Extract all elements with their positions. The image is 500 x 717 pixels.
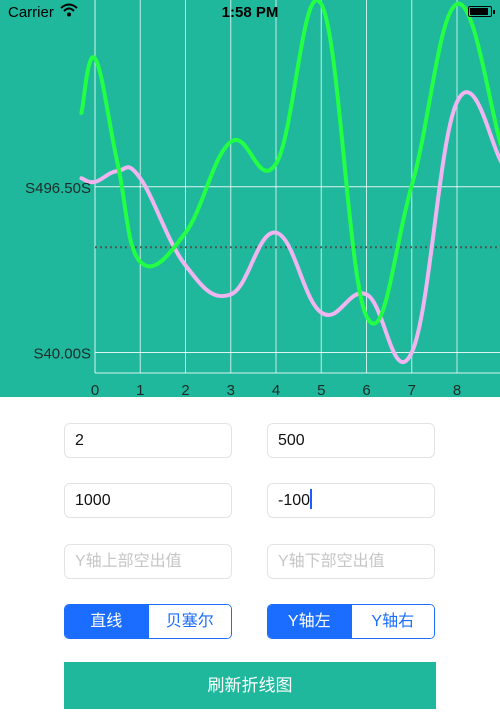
line-chart[interactable]: 0 1 2 3 4 5 6 7 8 S496.50S S40.00S [0, 0, 500, 397]
x-tick-label: 1 [136, 382, 144, 397]
x-tick-label: 4 [272, 382, 280, 397]
x-tick-label: 3 [227, 382, 235, 397]
chart-canvas: 0 1 2 3 4 5 6 7 8 S496.50S S40.00S [25, 0, 500, 397]
input-field-2[interactable]: 500 [267, 423, 435, 458]
input-field-4-value: -100 [278, 492, 311, 509]
y-tick-label: S40.00S [33, 345, 91, 362]
x-tick-label: 7 [408, 382, 416, 397]
x-tick-label: 6 [362, 382, 370, 397]
y-tick-label: S496.50S [25, 180, 91, 197]
clock-label: 1:58 PM [221, 4, 279, 21]
text-caret [310, 489, 313, 509]
input-field-3[interactable]: 1000 [64, 483, 232, 518]
series-line-pink [79, 90, 500, 364]
segment-y-axis-left[interactable]: Y轴左 [268, 605, 351, 638]
y-bottom-padding-placeholder: Y轴下部空出值 [278, 553, 385, 570]
y-axis-side-segmented-control[interactable]: Y轴左 Y轴右 [267, 604, 435, 639]
line-style-segmented-control[interactable]: 直线 贝塞尔 [64, 604, 232, 639]
status-bar: Carrier 1:58 PM [0, 0, 500, 24]
x-tick-label: 8 [453, 382, 461, 397]
segment-bezier[interactable]: 贝塞尔 [147, 605, 231, 638]
refresh-chart-button[interactable]: 刷新折线图 [64, 662, 436, 709]
x-tick-label: 2 [181, 382, 189, 397]
input-field-1[interactable]: 2 [64, 423, 232, 458]
segment-straight-line[interactable]: 直线 [65, 605, 148, 638]
y-bottom-padding-input[interactable]: Y轴下部空出值 [267, 544, 435, 579]
input-field-1-value: 2 [75, 432, 84, 449]
input-field-4[interactable]: -100 [267, 483, 435, 518]
y-top-padding-placeholder: Y轴上部空出值 [75, 553, 182, 570]
segment-y-axis-right[interactable]: Y轴右 [350, 605, 434, 638]
x-tick-label: 0 [91, 382, 99, 397]
battery-icon [468, 6, 495, 17]
y-top-padding-input[interactable]: Y轴上部空出值 [64, 544, 232, 579]
input-field-2-value: 500 [278, 432, 305, 449]
input-field-3-value: 1000 [75, 492, 111, 509]
x-tick-label: 5 [317, 382, 325, 397]
series-line-green [79, 0, 500, 326]
